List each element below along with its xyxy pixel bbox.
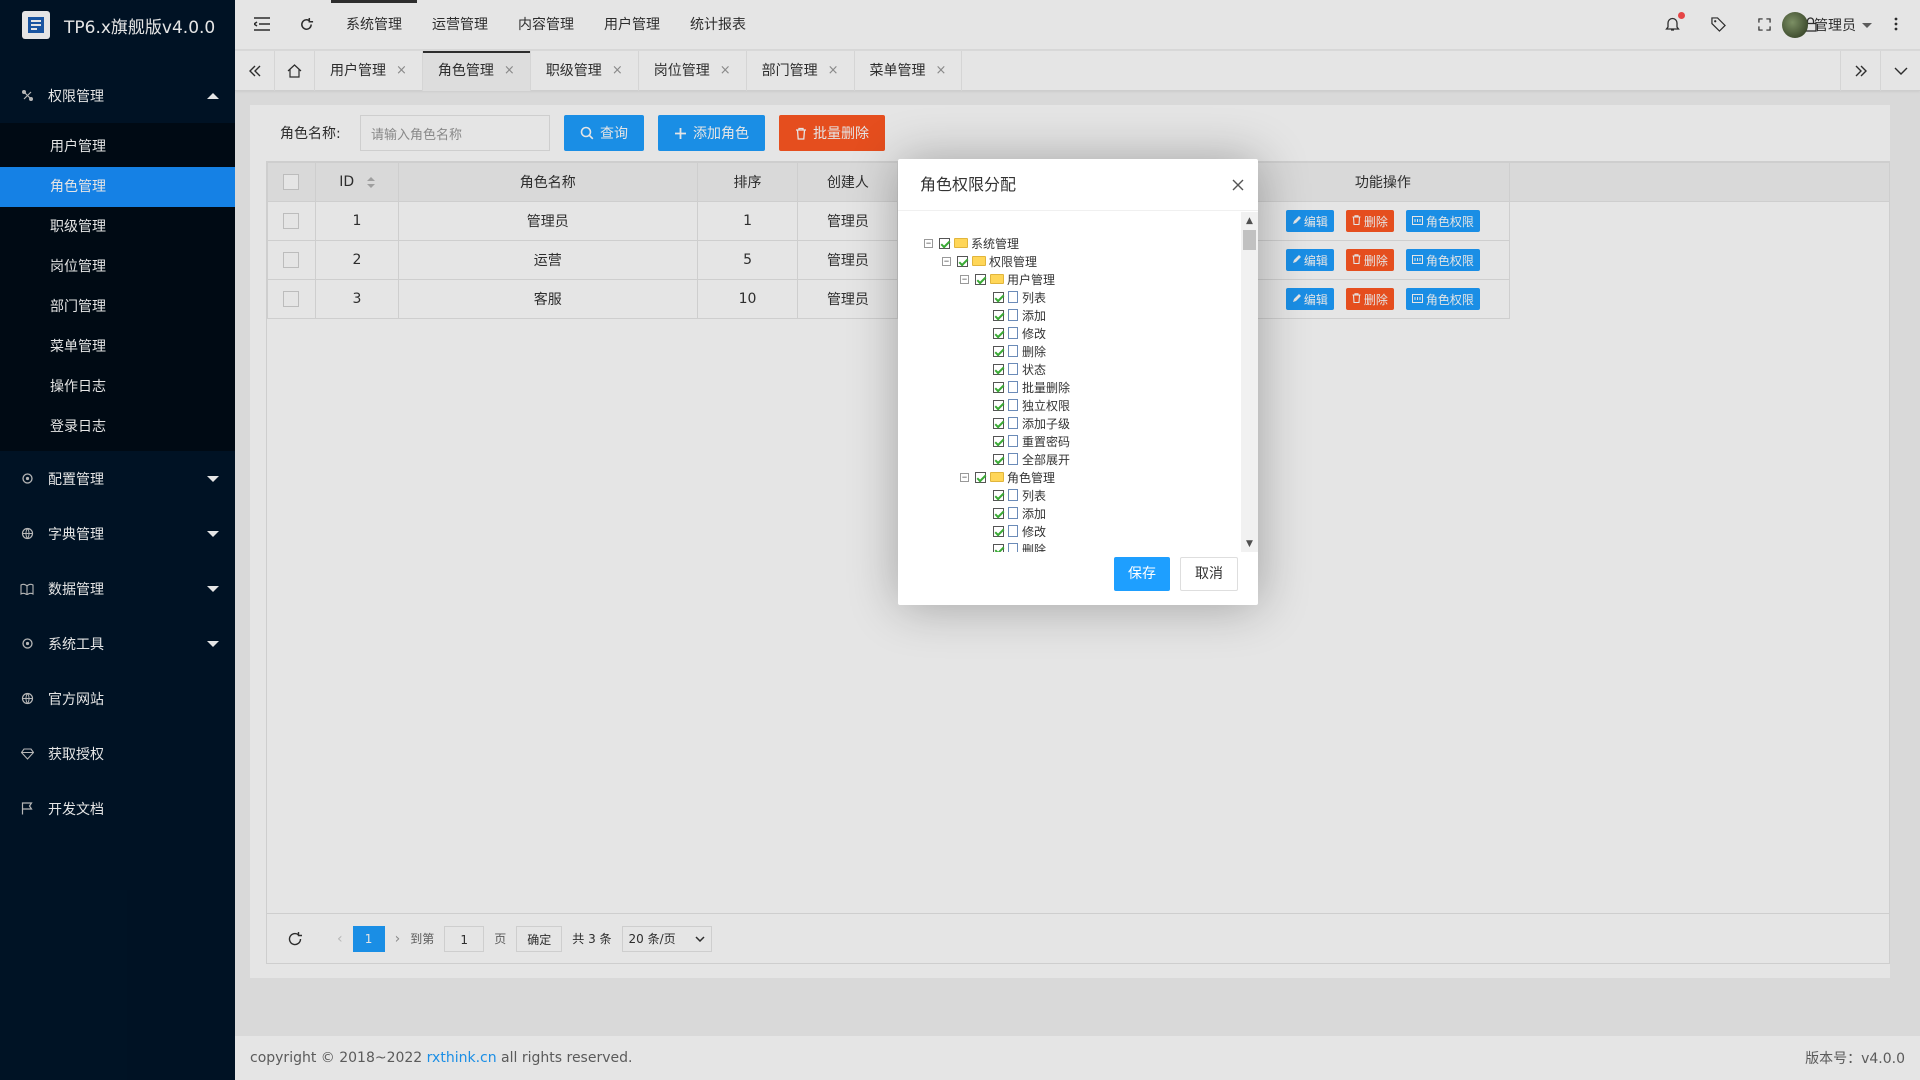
file-icon (1008, 453, 1018, 465)
tree-node-label: 列表 (1022, 290, 1047, 305)
modal-title: 角色权限分配 (898, 159, 1258, 211)
tree-checkbox[interactable] (957, 255, 968, 267)
tree-node-label: 删除 (1022, 344, 1047, 359)
tree-node-label: 修改 (1022, 326, 1047, 341)
tree-checkbox[interactable] (993, 309, 1004, 321)
tree-checkbox[interactable] (993, 453, 1004, 465)
tree-checkbox[interactable] (993, 543, 1004, 552)
tree-checkbox[interactable] (975, 471, 986, 483)
tree-node-label: 删除 (1022, 542, 1047, 553)
tree-node-label: 全部展开 (1022, 452, 1071, 467)
tree-node[interactable]: − 用户管理 (924, 270, 1070, 288)
folder-icon (990, 472, 1004, 482)
role-permission-modal: 角色权限分配 − 系统管理 − 权限管理 − 用户管理 列表 添加 修改 删除 状态 批量删除 独立权限… (898, 159, 1258, 605)
file-icon (1008, 435, 1018, 447)
file-icon (1008, 399, 1018, 411)
tree-node-label: 独立权限 (1022, 398, 1071, 413)
scroll-down-icon[interactable]: ▼ (1241, 535, 1258, 552)
tree-node-label: 状态 (1022, 362, 1047, 377)
file-icon (1008, 525, 1018, 537)
folder-icon (972, 256, 986, 266)
collapse-toggle-icon[interactable]: − (924, 238, 933, 248)
tree-node-label: 添加 (1022, 308, 1047, 323)
tree-node-label: 重置密码 (1022, 434, 1071, 449)
tree-checkbox[interactable] (975, 273, 986, 285)
permission-tree-container[interactable]: − 系统管理 − 权限管理 − 用户管理 列表 添加 修改 删除 状态 批量删除 独立权限 添加子级 重置密… (898, 212, 1258, 552)
file-icon (1008, 381, 1018, 393)
tree-node[interactable]: 批量删除 (924, 378, 1070, 396)
file-icon (1008, 363, 1018, 375)
tree-node[interactable]: 重置密码 (924, 432, 1070, 450)
tree-node[interactable]: 删除 (924, 540, 1070, 552)
file-icon (1008, 507, 1018, 519)
tree-checkbox[interactable] (993, 399, 1004, 411)
tree-checkbox[interactable] (993, 435, 1004, 447)
file-icon (1008, 327, 1018, 339)
collapse-toggle-icon[interactable]: − (942, 256, 951, 266)
file-icon (1008, 291, 1018, 303)
close-icon[interactable] (1232, 159, 1244, 211)
file-icon (1008, 345, 1018, 357)
tree-checkbox[interactable] (993, 417, 1004, 429)
modal-buttons: 保存 取消 (1114, 557, 1238, 591)
tree-node[interactable]: 状态 (924, 360, 1070, 378)
tree-checkbox[interactable] (993, 525, 1004, 537)
tree-node[interactable]: 添加子级 (924, 414, 1070, 432)
tree-node[interactable]: 全部展开 (924, 450, 1070, 468)
scroll-up-icon[interactable]: ▲ (1241, 212, 1258, 229)
permission-tree: − 系统管理 − 权限管理 − 用户管理 列表 添加 修改 删除 状态 批量删除 独立权限 添加子级 重置密… (924, 234, 1070, 552)
tree-node[interactable]: 列表 (924, 486, 1070, 504)
file-icon (1008, 543, 1018, 552)
tree-node[interactable]: 列表 (924, 288, 1070, 306)
tree-node-label: 添加子级 (1022, 416, 1071, 431)
folder-icon (954, 238, 968, 248)
file-icon (1008, 309, 1018, 321)
folder-icon (990, 274, 1004, 284)
save-button[interactable]: 保存 (1114, 557, 1170, 591)
file-icon (1008, 489, 1018, 501)
tree-node-label: 权限管理 (989, 254, 1038, 269)
tree-node[interactable]: 独立权限 (924, 396, 1070, 414)
tree-node[interactable]: 添加 (924, 306, 1070, 324)
tree-node-label: 修改 (1022, 524, 1047, 539)
tree-checkbox[interactable] (939, 237, 950, 249)
tree-node[interactable]: 修改 (924, 324, 1070, 342)
tree-node-label: 添加 (1022, 506, 1047, 521)
collapse-toggle-icon[interactable]: − (960, 472, 969, 482)
tree-checkbox[interactable] (993, 489, 1004, 501)
tree-node[interactable]: − 角色管理 (924, 468, 1070, 486)
cancel-button[interactable]: 取消 (1180, 557, 1238, 591)
tree-node-label: 列表 (1022, 488, 1047, 503)
tree-node-label: 系统管理 (971, 236, 1020, 251)
scrollbar-thumb[interactable] (1243, 230, 1256, 250)
tree-node-label: 批量删除 (1022, 380, 1071, 395)
tree-checkbox[interactable] (993, 363, 1004, 375)
collapse-toggle-icon[interactable]: − (960, 274, 969, 284)
tree-checkbox[interactable] (993, 507, 1004, 519)
tree-checkbox[interactable] (993, 381, 1004, 393)
tree-node[interactable]: − 系统管理 (924, 234, 1070, 252)
file-icon (1008, 417, 1018, 429)
tree-node[interactable]: 修改 (924, 522, 1070, 540)
tree-checkbox[interactable] (993, 327, 1004, 339)
tree-node[interactable]: − 权限管理 (924, 252, 1070, 270)
tree-node-label: 用户管理 (1007, 272, 1056, 287)
tree-node-label: 角色管理 (1007, 470, 1056, 485)
tree-checkbox[interactable] (993, 345, 1004, 357)
tree-checkbox[interactable] (993, 291, 1004, 303)
tree-scrollbar[interactable]: ▲ ▼ (1241, 212, 1258, 552)
tree-node[interactable]: 删除 (924, 342, 1070, 360)
tree-node[interactable]: 添加 (924, 504, 1070, 522)
